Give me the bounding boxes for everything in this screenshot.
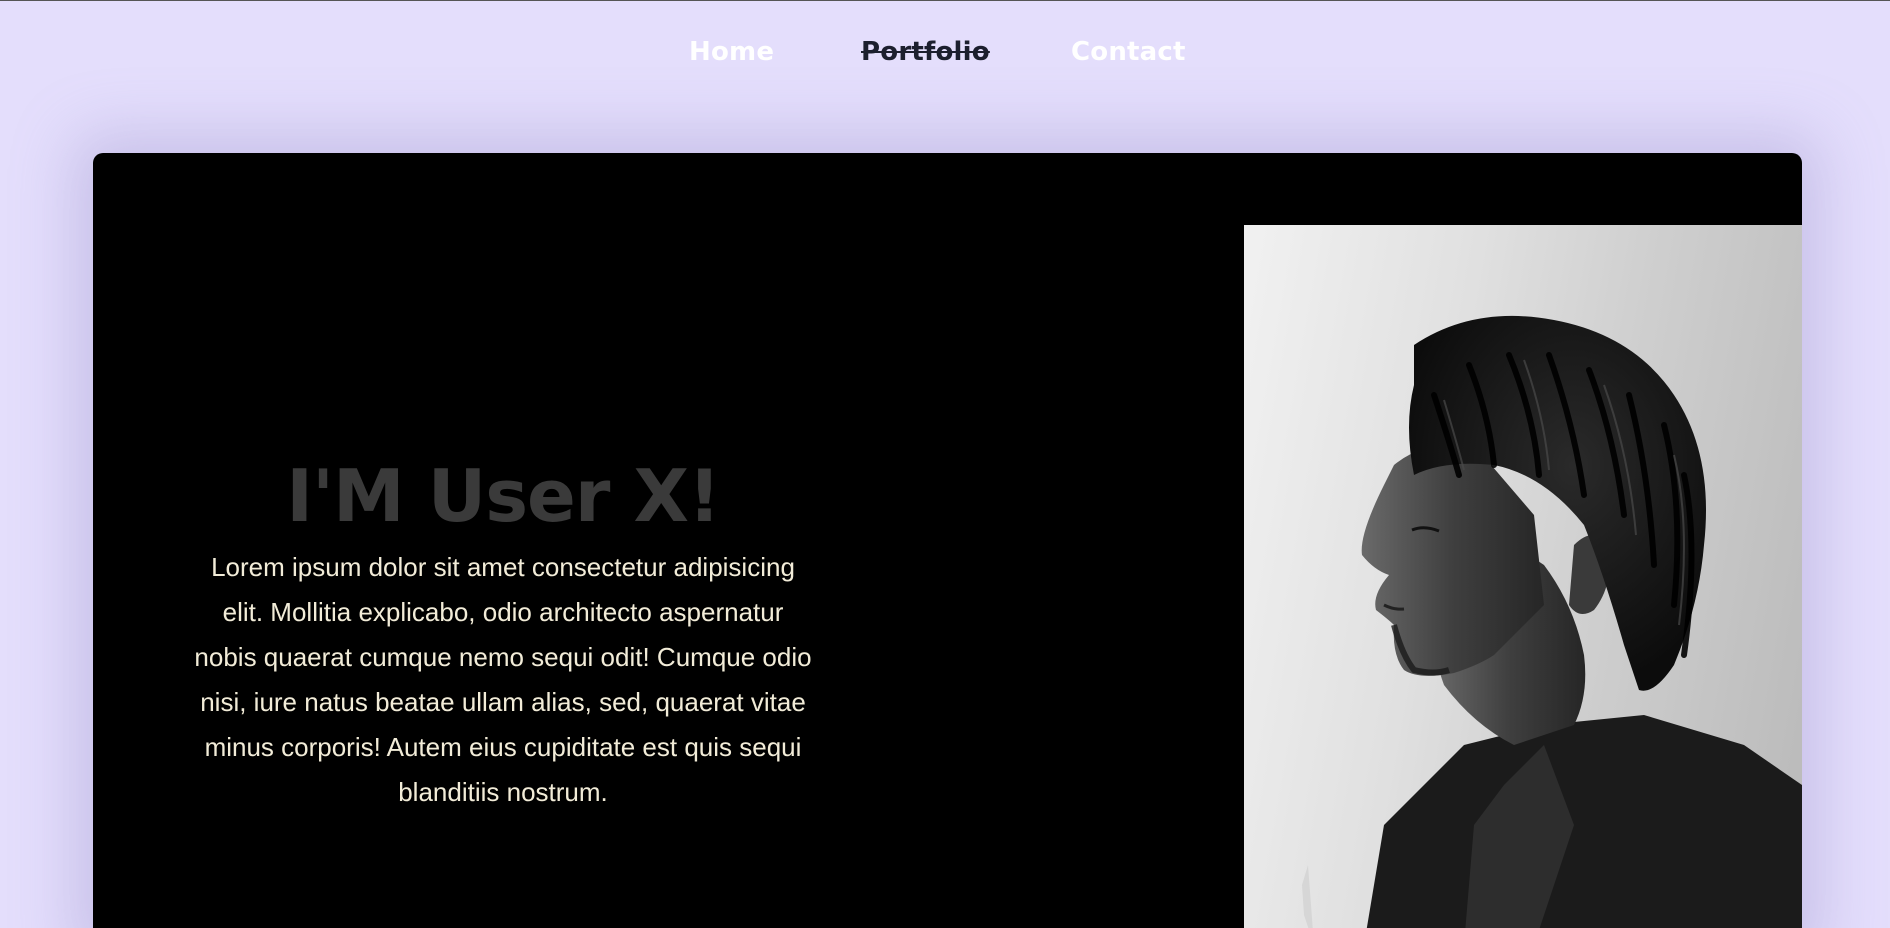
hero-card: I'M User X! Lorem ipsum dolor sit amet c… — [93, 153, 1802, 928]
portrait-photo-icon — [1302, 315, 1802, 928]
hero-title: I'M User X! — [286, 454, 721, 538]
top-nav: Home Portfolio Contact — [0, 1, 1890, 111]
nav-link-portfolio[interactable]: Portfolio — [861, 37, 990, 67]
hero-description: Lorem ipsum dolor sit amet consectetur a… — [194, 552, 812, 807]
portrait-image — [1244, 225, 1802, 928]
hero-text-block: I'M User X! Lorem ipsum dolor sit amet c… — [193, 451, 813, 815]
nav-link-contact[interactable]: Contact — [1071, 37, 1186, 67]
nav-link-home[interactable]: Home — [689, 37, 774, 67]
page: Home Portfolio Contact I'M User X! Lorem… — [0, 0, 1890, 928]
